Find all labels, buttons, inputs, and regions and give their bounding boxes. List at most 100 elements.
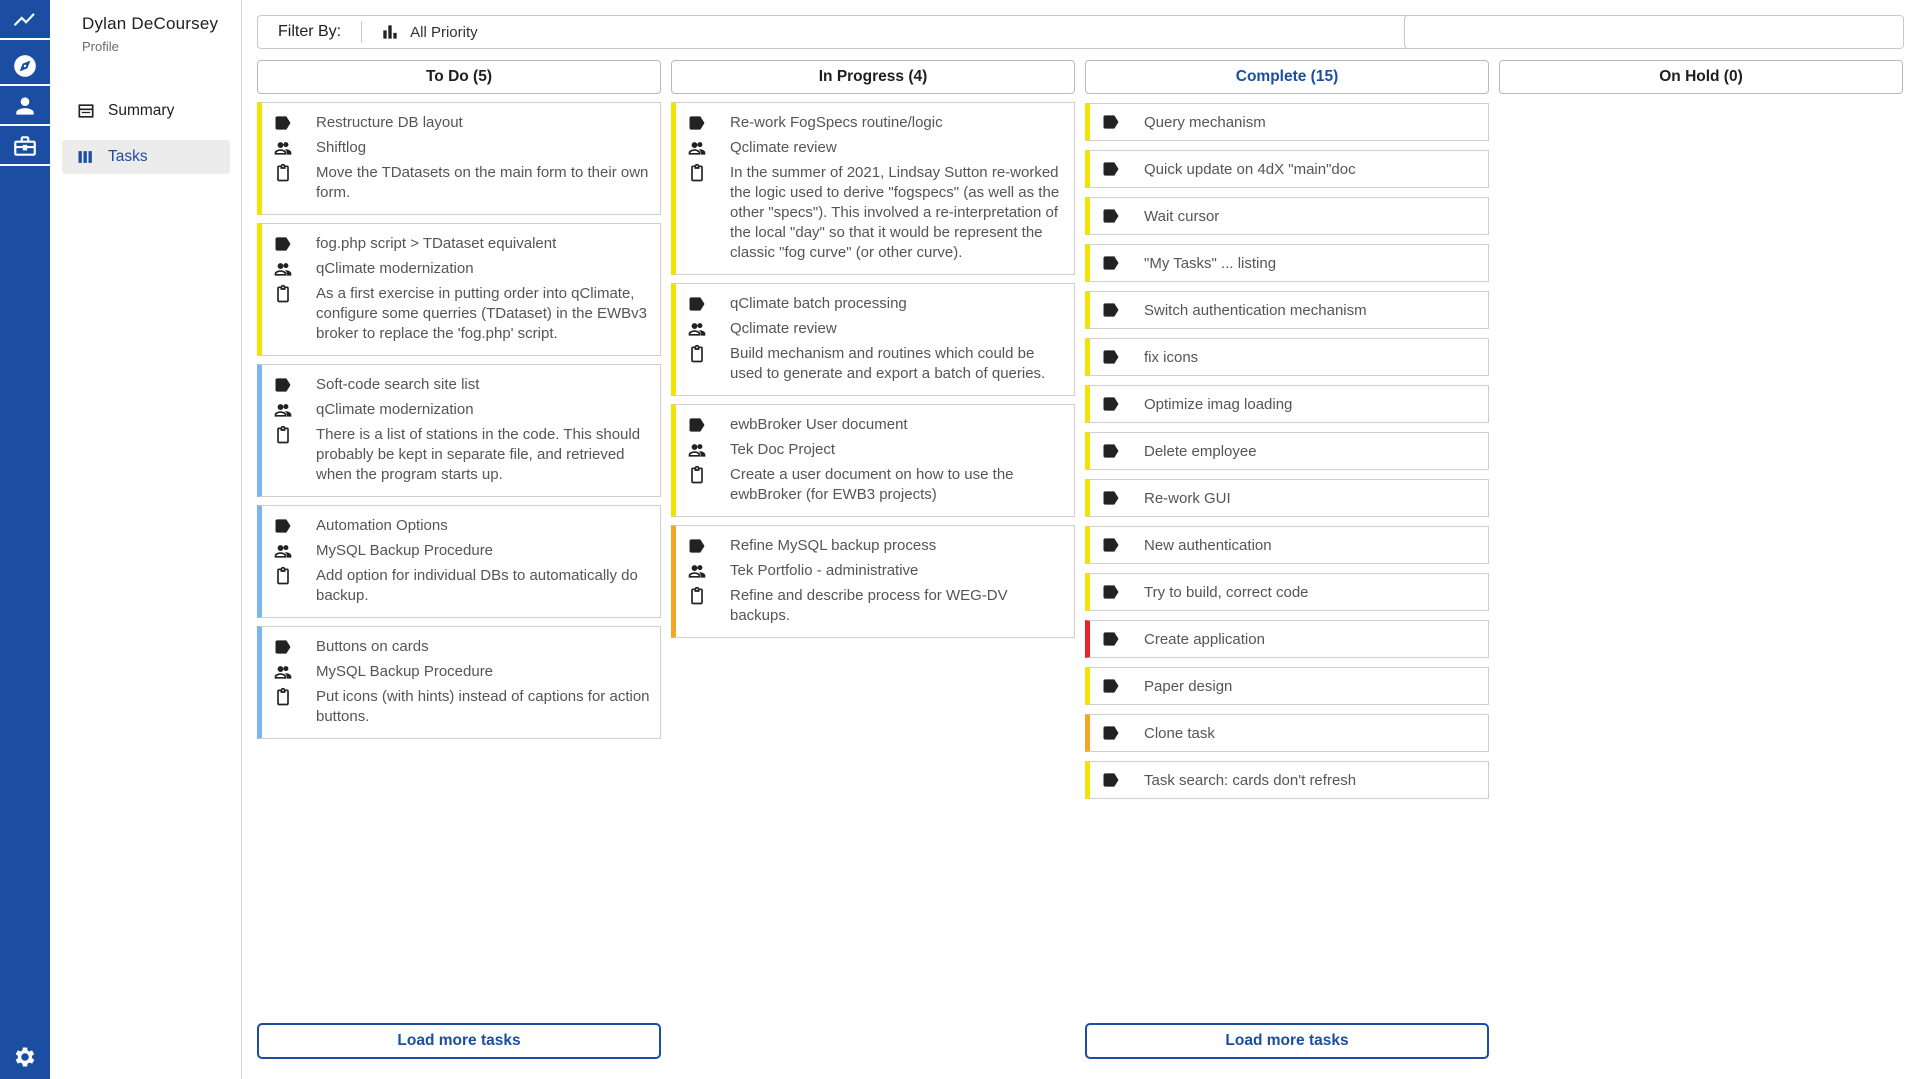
task-project: Tek Portfolio - administrative — [730, 562, 919, 579]
task-card[interactable]: ewbBroker User document Tek Doc Project Cr… — [671, 404, 1075, 517]
people-icon — [686, 440, 708, 460]
clipboard-icon — [272, 163, 294, 183]
sidebar-item-summary[interactable]: Summary — [62, 94, 230, 128]
task-description-row: Put icons (with hints) instead of captio… — [272, 687, 652, 727]
task-card-compact[interactable]: Delete employee — [1085, 432, 1489, 470]
task-card-compact[interactable]: "My Tasks" ... listing — [1085, 244, 1489, 282]
task-project-row: Qclimate review — [686, 319, 1066, 339]
columns-icon — [78, 151, 92, 163]
icon-rail — [0, 0, 50, 1079]
task-name: Create application — [1144, 630, 1265, 648]
search-input[interactable] — [1404, 15, 1904, 49]
task-name: Delete employee — [1144, 442, 1257, 460]
task-description: Build mechanism and routines which could… — [730, 345, 1046, 382]
task-project: MySQL Backup Procedure — [316, 542, 494, 559]
task-name: Re-work GUI — [1144, 489, 1231, 507]
task-project-row: qClimate modernization — [272, 400, 652, 420]
clipboard-icon — [272, 284, 294, 304]
task-name-row: Restructure DB layout — [272, 113, 652, 133]
priority-filter[interactable]: All Priority — [362, 22, 478, 42]
task-name: Quick update on 4dX "main"doc — [1144, 160, 1356, 178]
task-card-compact[interactable]: New authentication — [1085, 526, 1489, 564]
task-project: MySQL Backup Procedure — [316, 663, 494, 680]
people-icon — [686, 138, 708, 158]
task-card-compact[interactable]: Task search: cards don't refresh — [1085, 761, 1489, 799]
activity-icon[interactable] — [0, 2, 50, 40]
task-project-row: qClimate modernization — [272, 259, 652, 279]
clipboard-icon — [686, 344, 708, 364]
task-description-row: In the summer of 2021, Lindsay Sutton re… — [686, 163, 1066, 263]
sidebar: Dylan DeCoursey Profile Summary Tasks — [50, 0, 242, 1079]
task-name-row: Refine MySQL backup process — [686, 536, 1066, 556]
task-card[interactable]: Refine MySQL backup process Tek Portfolio… — [671, 525, 1075, 638]
people-icon — [272, 138, 294, 158]
task-project-row: Tek Portfolio - administrative — [686, 561, 1066, 581]
tag-icon — [1100, 441, 1122, 461]
task-card-compact[interactable]: Paper design — [1085, 667, 1489, 705]
clipboard-icon — [272, 425, 294, 445]
sidebar-item-label: Tasks — [108, 148, 148, 165]
bar-chart-icon — [383, 25, 397, 39]
tag-icon — [1100, 159, 1122, 179]
task-card[interactable]: Re-work FogSpecs routine/logic Qclimate r… — [671, 102, 1075, 275]
task-card-compact[interactable]: fix icons — [1085, 338, 1489, 376]
task-card-compact[interactable]: Optimize imag loading — [1085, 385, 1489, 423]
task-description: In the summer of 2021, Lindsay Sutton re… — [730, 164, 1060, 261]
tag-icon — [686, 113, 708, 133]
compass-icon[interactable] — [0, 48, 50, 86]
tag-icon — [272, 637, 294, 657]
load-more-button-complete[interactable]: Load more tasks — [1085, 1023, 1489, 1059]
people-icon — [272, 259, 294, 279]
task-card[interactable]: Soft-code search site list qClimate moder… — [257, 364, 661, 497]
sidebar-item-label: Summary — [108, 102, 175, 119]
people-icon — [686, 561, 708, 581]
tag-icon — [686, 536, 708, 556]
person-icon[interactable] — [0, 88, 50, 126]
task-card-compact[interactable]: Clone task — [1085, 714, 1489, 752]
task-project: qClimate modernization — [316, 260, 474, 277]
task-card[interactable]: Buttons on cards MySQL Backup Procedure Pu… — [257, 626, 661, 739]
column-header-on-hold[interactable]: On Hold (0) — [1499, 60, 1903, 94]
gear-icon[interactable] — [0, 1038, 50, 1076]
task-name: Switch authentication mechanism — [1144, 301, 1367, 319]
task-card-compact[interactable]: Create application — [1085, 620, 1489, 658]
task-card-compact[interactable]: Query mechanism — [1085, 103, 1489, 141]
task-name: Wait cursor — [1144, 207, 1220, 225]
task-project: Qclimate review — [730, 320, 837, 337]
clipboard-icon — [272, 566, 294, 586]
task-card-compact[interactable]: Switch authentication mechanism — [1085, 291, 1489, 329]
task-card[interactable]: Automation Options MySQL Backup Procedure… — [257, 505, 661, 618]
task-description-row: There is a list of stations in the code.… — [272, 425, 652, 485]
tag-icon — [272, 234, 294, 254]
task-card-compact[interactable]: Re-work GUI — [1085, 479, 1489, 517]
tag-icon — [1100, 770, 1122, 790]
task-name: Clone task — [1144, 724, 1215, 742]
task-card-compact[interactable]: Try to build, correct code — [1085, 573, 1489, 611]
task-name: qClimate batch processing — [730, 295, 907, 312]
task-name-row: Re-work FogSpecs routine/logic — [686, 113, 1066, 133]
sidebar-item-tasks[interactable]: Tasks — [62, 140, 230, 174]
clipboard-icon — [686, 586, 708, 606]
user-name: Dylan DeCoursey — [82, 14, 219, 33]
briefcase-icon[interactable] — [0, 128, 50, 166]
task-project: Tek Doc Project — [730, 441, 836, 458]
task-card-compact[interactable]: Wait cursor — [1085, 197, 1489, 235]
task-name: fog.php script > TDataset equivalent — [316, 235, 557, 252]
task-card-compact[interactable]: Quick update on 4dX "main"doc — [1085, 150, 1489, 188]
column-header-todo[interactable]: To Do (5) — [257, 60, 661, 94]
task-card[interactable]: fog.php script > TDataset equivalent qCli… — [257, 223, 661, 356]
task-name-row: fog.php script > TDataset equivalent — [272, 234, 652, 254]
task-card[interactable]: Restructure DB layout Shiftlog Move the TD… — [257, 102, 661, 215]
people-icon — [272, 541, 294, 561]
filter-bar: Filter By: All Priority — [257, 15, 1417, 49]
priority-filter-value: All Priority — [410, 23, 478, 41]
load-more-button-todo[interactable]: Load more tasks — [257, 1023, 661, 1059]
profile-link[interactable]: Profile — [82, 39, 119, 54]
task-description: Refine and describe process for WEG-DV b… — [730, 587, 1008, 624]
task-card[interactable]: qClimate batch processing Qclimate review… — [671, 283, 1075, 396]
task-description-row: Move the TDatasets on the main form to t… — [272, 163, 652, 203]
task-description-row: Add option for individual DBs to automat… — [272, 566, 652, 606]
column-header-in-progress[interactable]: In Progress (4) — [671, 60, 1075, 94]
column-header-complete[interactable]: Complete (15) — [1085, 60, 1489, 94]
task-description-row: Build mechanism and routines which could… — [686, 344, 1066, 384]
